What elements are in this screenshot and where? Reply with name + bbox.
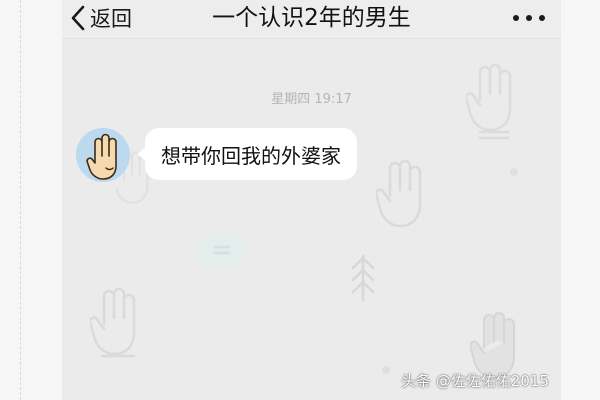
more-dots-icon (513, 15, 519, 21)
dashed-guide-line (20, 0, 21, 400)
message-bubble[interactable]: 想带你回我的外婆家 (137, 128, 357, 180)
wallpaper-hand-icon (90, 287, 136, 358)
more-dots-icon (526, 15, 532, 21)
wallpaper-hand-icon (376, 159, 422, 228)
more-dots-icon (539, 15, 545, 21)
contact-avatar[interactable] (76, 128, 130, 182)
page-right-margin (561, 0, 600, 400)
wallpaper-dot-icon (510, 168, 518, 176)
source-watermark: 头条 @佐佐佑佑2015 (401, 372, 549, 390)
raised-hand-avatar-icon (86, 133, 117, 180)
message-timestamp: 星期四 19:17 (271, 92, 352, 107)
page-left-margin (0, 0, 62, 400)
chat-screen: 返回 一个认识2年的男生 星期四 19:17 想带你回我的外婆家 头条 @佐佐佑… (62, 0, 561, 400)
screenshot-canvas: 返回 一个认识2年的男生 星期四 19:17 想带你回我的外婆家 头条 @佐佐佑… (0, 0, 600, 400)
wallpaper-tree-icon (351, 254, 375, 302)
more-options-button[interactable] (513, 8, 545, 28)
chat-title: 一个认识2年的男生 (212, 5, 411, 31)
chat-header: 返回 一个认识2年的男生 (62, 0, 561, 39)
wallpaper-bubble-icon (196, 234, 248, 266)
wallpaper-dot-icon (382, 366, 390, 374)
